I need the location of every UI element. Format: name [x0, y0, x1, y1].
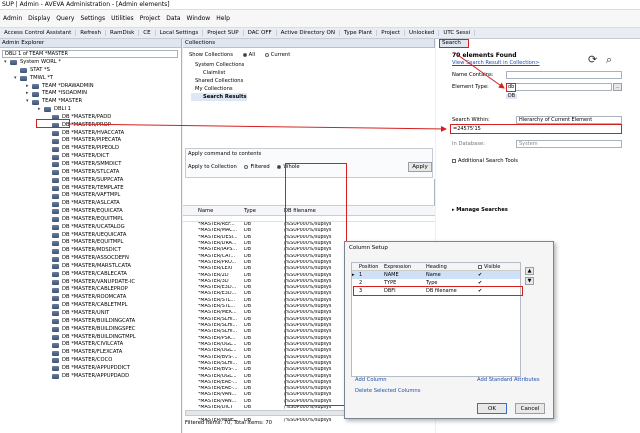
column-cell-heading: Name [426, 272, 441, 278]
add-standard-attributes-link[interactable]: Add Standard Attributes [477, 377, 540, 383]
heading-header: Heading [426, 264, 447, 270]
column-cell-pos: 1 [359, 272, 363, 278]
column-cell-visible[interactable]: ✔ [476, 271, 516, 279]
move-down-button[interactable]: ▼ [525, 277, 534, 285]
dbfi-row-highlight [353, 286, 523, 296]
dialog-title: Column Setup [349, 245, 388, 251]
visible-header: Visible [476, 263, 516, 270]
delete-selected-columns-link[interactable]: Delete Selected Columns [355, 388, 420, 394]
ok-button[interactable]: OK [477, 403, 507, 414]
cancel-button[interactable]: Cancel [515, 403, 545, 414]
column-cell-expr: NAME [384, 272, 399, 278]
add-column-link[interactable]: Add Column [355, 377, 387, 383]
expression-header: Expression [384, 264, 412, 270]
move-up-button[interactable]: ▲ [525, 267, 534, 275]
column-setup-dialog: Column Setup Position Expression Heading… [344, 241, 554, 419]
position-header: Position [359, 264, 379, 270]
column-row[interactable]: ▸ 1 NAME Name ✔ [352, 271, 520, 279]
column-table: Position Expression Heading Visible ▸ 1 NA… [351, 262, 521, 377]
